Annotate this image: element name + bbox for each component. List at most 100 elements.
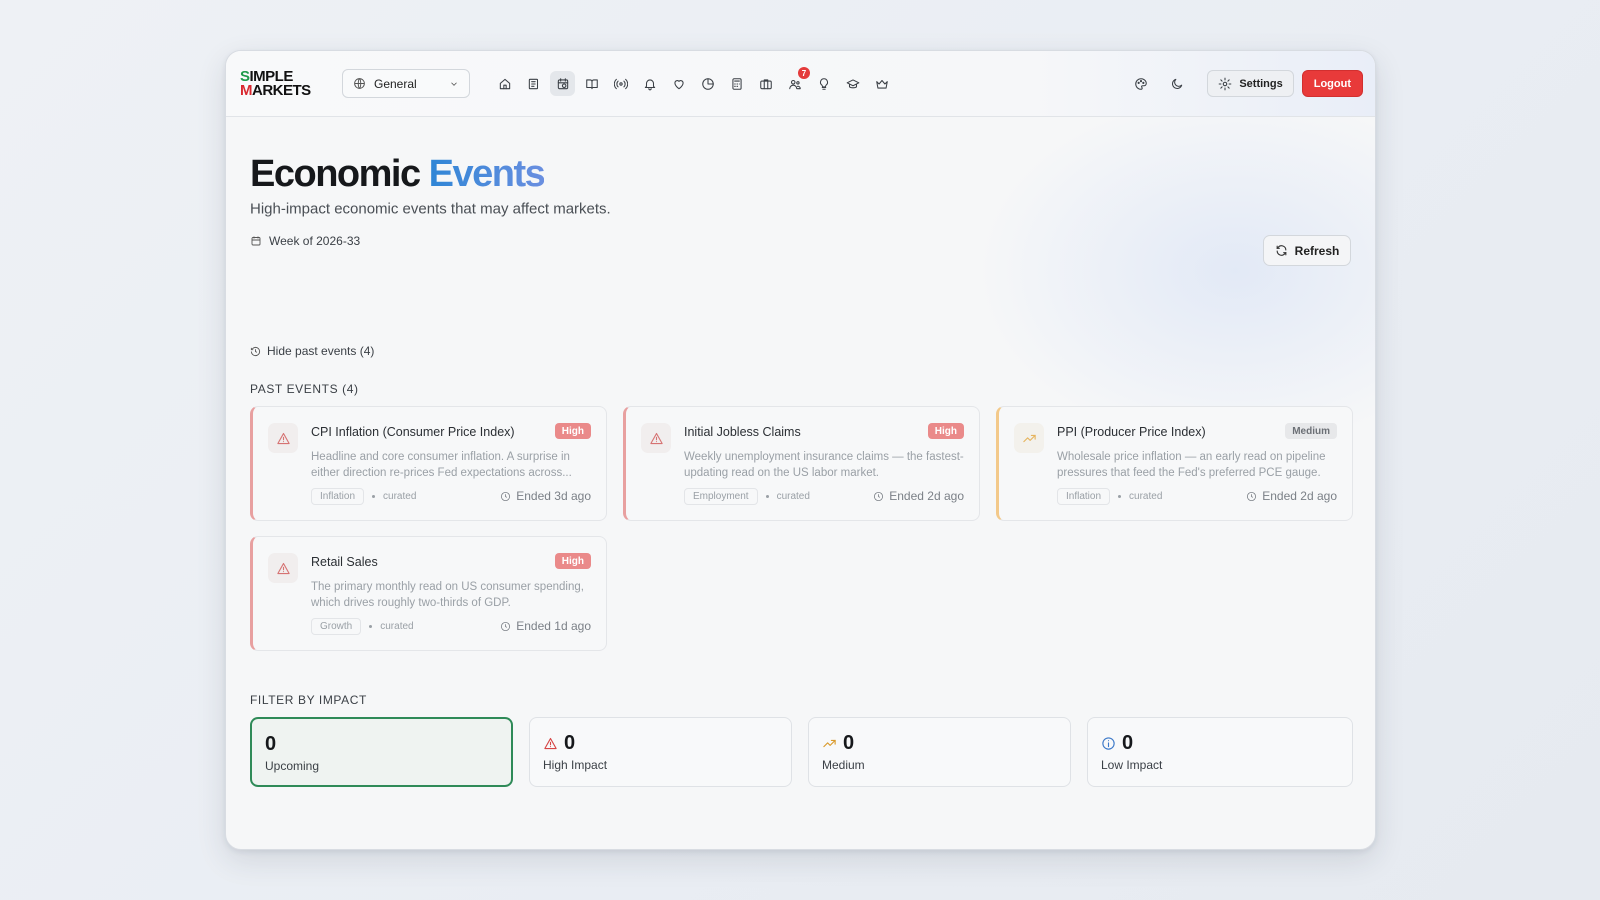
nav-home[interactable] [492, 71, 517, 96]
event-name: Initial Jobless Claims [684, 425, 801, 439]
logout-button[interactable]: Logout [1301, 70, 1363, 97]
count-value: 0 [1122, 732, 1134, 754]
event-description: Weekly unemployment insurance claims — t… [684, 451, 964, 479]
event-icon-box [641, 423, 671, 453]
calendar-icon [251, 236, 261, 246]
impact-badge: High [927, 423, 964, 439]
impact-badge: High [554, 423, 591, 439]
home-icon [499, 78, 510, 89]
workspace-select[interactable]: General [342, 69, 470, 98]
nav-courses[interactable] [840, 71, 865, 96]
nav-portfolio[interactable] [695, 71, 720, 96]
filter-upcoming[interactable]: 0 Upcoming [250, 717, 513, 787]
event-icon-box [268, 423, 298, 453]
book-open-icon [585, 78, 598, 89]
count-value: 0 [843, 732, 855, 754]
event-icon-box [1014, 423, 1044, 453]
filter-medium[interactable]: 0 Medium [808, 717, 1071, 787]
refresh-button[interactable]: Refresh [1263, 235, 1351, 266]
heart-icon [673, 79, 684, 89]
filter-count: 0 [543, 732, 575, 755]
filter-count: 0 [1101, 732, 1133, 755]
nav-calendar[interactable] [550, 71, 575, 96]
filter-label: Low Impact [1101, 758, 1163, 772]
info-icon [1102, 737, 1115, 750]
users-icon [788, 79, 801, 89]
category-tag: Inflation [311, 488, 365, 505]
brand-logo[interactable]: SIMPLE MARKETS [240, 67, 322, 101]
event-card[interactable]: Retail Sales High The primary monthly re… [250, 536, 607, 651]
moon-icon [1172, 78, 1183, 89]
nav-favorites[interactable] [666, 71, 691, 96]
event-name: CPI Inflation (Consumer Price Index) [311, 425, 515, 439]
theme-palette-button[interactable] [1127, 70, 1155, 98]
event-description: Wholesale price inflation — an early rea… [1057, 451, 1326, 479]
alert-triangle-icon [276, 562, 290, 574]
count-value: 0 [564, 732, 576, 754]
nav-calculator[interactable] [724, 71, 749, 96]
category-tag: Employment [684, 488, 758, 505]
event-meta: Inflation curated [311, 488, 416, 505]
impact-badge: Medium [1285, 423, 1337, 439]
briefcase-icon [759, 78, 772, 89]
impact-filters: 0 Upcoming 0 High Impact 0 Medium 0 Low … [250, 717, 1353, 787]
impact-badge: High [554, 553, 591, 569]
filter-low-impact[interactable]: 0 Low Impact [1087, 717, 1353, 787]
nav-ideas[interactable] [811, 71, 836, 96]
count-value: 0 [265, 733, 277, 755]
pie-chart-icon [701, 77, 714, 90]
settings-label: Settings [1239, 77, 1283, 90]
event-ended: Ended 1d ago [500, 619, 591, 633]
alert-triangle-icon [649, 432, 663, 444]
nav-live[interactable] [608, 71, 633, 96]
lightbulb-icon [819, 77, 828, 90]
event-meta: Employment curated [684, 488, 810, 505]
bell-icon [644, 78, 655, 90]
logo-letter-m: M [240, 81, 253, 99]
main-nav: 7 [492, 67, 894, 96]
dark-mode-toggle[interactable] [1163, 70, 1191, 98]
settings-button[interactable]: Settings [1207, 70, 1294, 97]
notification-badge: 7 [798, 67, 810, 79]
refresh-icon [1276, 245, 1287, 256]
separator-dot [372, 495, 376, 498]
separator-dot [369, 625, 373, 628]
filter-label: Medium [822, 758, 865, 772]
ended-label: Ended 2d ago [1262, 489, 1337, 503]
nav-premium[interactable] [869, 71, 894, 96]
clock-icon [1247, 491, 1257, 501]
alert-triangle-icon [276, 432, 290, 444]
page-subtitle: High-impact economic events that may aff… [250, 200, 611, 218]
event-card[interactable]: CPI Inflation (Consumer Price Index) Hig… [250, 406, 607, 521]
app-window: SIMPLE MARKETS General 7 Settings Logout… [225, 50, 1376, 850]
nav-briefcase[interactable] [753, 71, 778, 96]
filter-high-impact[interactable]: 0 High Impact [529, 717, 792, 787]
nav-learn[interactable] [579, 71, 604, 96]
filter-label: High Impact [543, 758, 608, 772]
event-name: PPI (Producer Price Index) [1057, 425, 1206, 439]
logo-text-2: ARKETS [252, 81, 311, 99]
event-source: curated [776, 491, 810, 502]
event-description: The primary monthly read on US consumer … [311, 581, 584, 609]
ended-label: Ended 2d ago [889, 489, 964, 503]
event-icon-box [268, 553, 298, 583]
event-card[interactable]: PPI (Producer Price Index) Medium Wholes… [996, 406, 1353, 521]
workspace-label: General [374, 76, 417, 91]
trending-up-icon [823, 739, 836, 748]
event-source: curated [383, 491, 417, 502]
gear-icon [1218, 77, 1232, 90]
nav-news[interactable] [521, 71, 546, 96]
hide-past-toggle[interactable]: Hide past events (4) [250, 344, 374, 358]
calculator-icon [731, 77, 742, 90]
history-icon [250, 346, 261, 356]
event-ended: Ended 2d ago [1246, 489, 1337, 503]
nav-alerts[interactable] [637, 71, 662, 96]
event-source: curated [1129, 491, 1163, 502]
past-events-heading: PAST EVENTS (4) [250, 382, 359, 396]
title-main: Economic [250, 153, 421, 195]
nav-community[interactable]: 7 [782, 67, 810, 96]
event-ended: Ended 3d ago [500, 489, 591, 503]
event-card[interactable]: Initial Jobless Claims High Weekly unemp… [623, 406, 980, 521]
event-ended: Ended 2d ago [873, 489, 964, 503]
clock-icon [501, 491, 511, 501]
